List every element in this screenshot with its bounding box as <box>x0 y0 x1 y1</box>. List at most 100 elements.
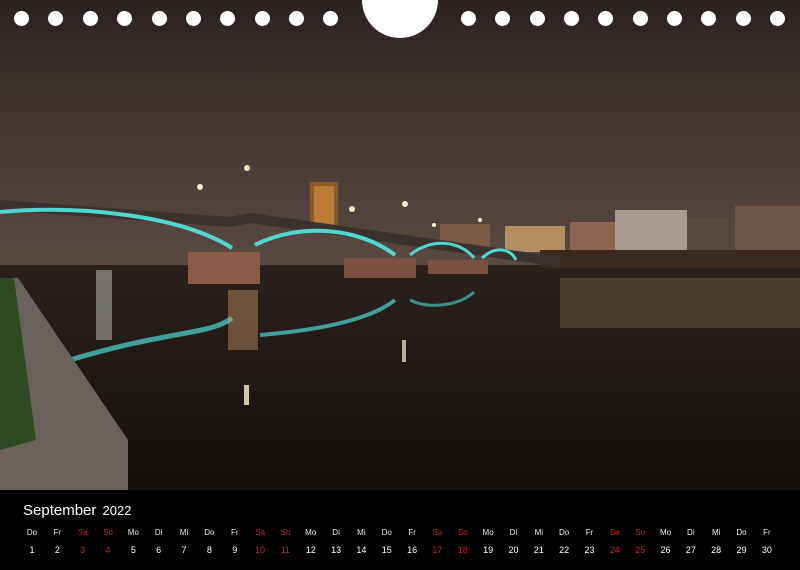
calendar-day: Di 13 <box>326 528 346 556</box>
calendar-day: Do 1 <box>22 528 42 556</box>
day-number: 20 <box>508 545 519 555</box>
day-number: 30 <box>761 545 772 555</box>
weekday-label: Di <box>687 528 695 537</box>
binding-hole <box>461 11 476 26</box>
weekday-label: Fr <box>408 528 416 537</box>
weekday-label: Mo <box>482 528 494 537</box>
weekday-label: Do <box>381 528 392 537</box>
day-number: 17 <box>432 545 443 555</box>
weekday-label: So <box>457 528 468 537</box>
calendar-day: Fr 16 <box>402 528 422 556</box>
calendar-day: Fr 2 <box>47 528 67 556</box>
day-number: 4 <box>105 545 111 555</box>
day-number: 5 <box>130 545 136 555</box>
calendar-day: Sa 24 <box>605 528 625 556</box>
calendar-day: Di 27 <box>681 528 701 556</box>
weekday-label: Di <box>154 528 163 537</box>
weekday-label: Mi <box>534 528 544 537</box>
binding-hole <box>117 11 132 26</box>
day-number: 2 <box>54 545 60 555</box>
weekday-label: Mi <box>179 528 189 537</box>
calendar-day: Sa 3 <box>73 528 93 556</box>
day-number: 22 <box>559 545 570 555</box>
day-number: 6 <box>156 545 162 555</box>
weekday-label: Mo <box>305 528 317 537</box>
binding-hole <box>220 11 235 26</box>
calendar-day: So 11 <box>275 528 295 556</box>
binding-hole <box>289 11 304 26</box>
calendar-photo <box>0 0 800 490</box>
binding-hole <box>598 11 613 26</box>
day-number: 8 <box>206 545 212 555</box>
binding-holes <box>0 0 800 40</box>
day-number: 1 <box>29 545 35 555</box>
binding-hole <box>152 11 167 26</box>
binding-hole <box>564 11 579 26</box>
day-number: 21 <box>533 545 544 555</box>
year: 2022 <box>102 503 132 518</box>
calendar-day: Mi 28 <box>706 528 726 556</box>
calendar-day: Mo 12 <box>301 528 321 556</box>
weekday-label: Do <box>736 528 747 537</box>
weekday-label: Di <box>509 528 518 537</box>
day-number: 29 <box>736 545 747 555</box>
calendar-day: So 25 <box>630 528 650 556</box>
day-number: 25 <box>635 545 646 555</box>
binding-hole <box>736 11 751 26</box>
weekday-label: Fr <box>230 528 239 537</box>
day-number: 7 <box>181 545 187 555</box>
calendar-day: Di 20 <box>503 528 523 556</box>
day-number: 10 <box>255 545 266 555</box>
day-number: 27 <box>685 545 696 555</box>
day-strip: Do 1 Fr 2 Sa 3 So 4 Mo 5 Di 6 Mi 7 Do 8 Fr 9 Sa 10 So 11 Mo 12 D… <box>0 528 800 568</box>
day-number: 18 <box>457 545 468 555</box>
calendar-day: Mo 5 <box>123 528 143 556</box>
weekday-label: Sa <box>432 528 443 537</box>
day-number: 24 <box>609 545 620 555</box>
day-number: 26 <box>660 545 671 555</box>
day-number: 16 <box>407 545 418 555</box>
month-title: September 2022 <box>23 502 131 519</box>
calendar-day: Di 6 <box>149 528 169 556</box>
weekday-label: Di <box>332 528 340 537</box>
calendar-day: Sa 10 <box>250 528 270 556</box>
calendar-day: Fr 30 <box>757 528 777 556</box>
weekday-label: Sa <box>77 528 88 537</box>
weekday-label: Mo <box>659 528 672 537</box>
day-number: 3 <box>80 545 86 555</box>
calendar-day: Mo 19 <box>478 528 498 556</box>
weekday-label: Sa <box>255 528 265 537</box>
calendar-day: Sa 17 <box>427 528 447 556</box>
day-number: 23 <box>584 545 595 555</box>
calendar-day: Do 8 <box>199 528 219 556</box>
binding-hole <box>186 11 201 26</box>
calendar-day: Do 29 <box>732 528 752 556</box>
binding-hole <box>667 11 682 26</box>
weekday-label: Mi <box>711 528 721 537</box>
weekday-label: Fr <box>53 528 62 537</box>
calendar-day: Mi 7 <box>174 528 194 556</box>
binding-hole <box>701 11 716 26</box>
day-number: 15 <box>381 545 392 555</box>
binding-hole <box>83 11 98 26</box>
binding-hole <box>14 11 29 26</box>
day-number: 28 <box>711 545 722 555</box>
weekday-label: Fr <box>763 528 771 537</box>
weekday-label: Mo <box>127 528 139 537</box>
day-number: 19 <box>483 545 494 555</box>
calendar-day: Mi 21 <box>529 528 549 556</box>
binding-hole <box>323 11 338 26</box>
weekday-label: Sa <box>609 528 620 537</box>
weekday-label: Do <box>559 528 570 537</box>
day-number: 12 <box>305 545 316 555</box>
weekday-label: Do <box>204 528 215 537</box>
calendar-day: So 4 <box>98 528 118 556</box>
calendar-footer: September 2022 Do 1 Fr 2 Sa 3 So 4 Mo 5 Di 6 Mi 7 Do 8 F… <box>0 490 800 570</box>
weekday-label: So <box>280 528 291 537</box>
binding-hole <box>495 11 510 26</box>
weekday-label: Fr <box>585 528 594 537</box>
binding-hole <box>770 11 785 26</box>
calendar-day: Mo 26 <box>656 528 676 556</box>
binding-hole <box>255 11 270 26</box>
calendar-day: Fr 23 <box>579 528 599 556</box>
